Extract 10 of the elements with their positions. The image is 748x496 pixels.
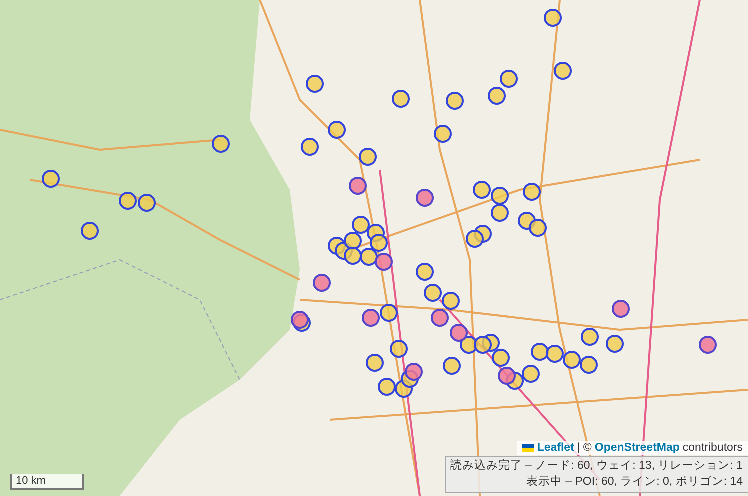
flag-icon [522, 444, 534, 452]
leaflet-link[interactable]: Leaflet [537, 442, 574, 454]
copyright-text: © [583, 442, 592, 454]
openstreetmap-link[interactable]: OpenStreetMap [594, 442, 680, 454]
status-line: 表示中 – POI: 60, ライン: 0, ポリゴン: 14 [526, 475, 743, 490]
scale-bar: 10 km [10, 474, 84, 490]
map-background[interactable] [0, 0, 748, 496]
status-line: 読み込み完了 – ノード: 60, ウェイ: 13, リレーション: 1 [450, 459, 743, 474]
attribution-separator: | [577, 442, 580, 454]
contributors-text: contributors [682, 442, 743, 454]
